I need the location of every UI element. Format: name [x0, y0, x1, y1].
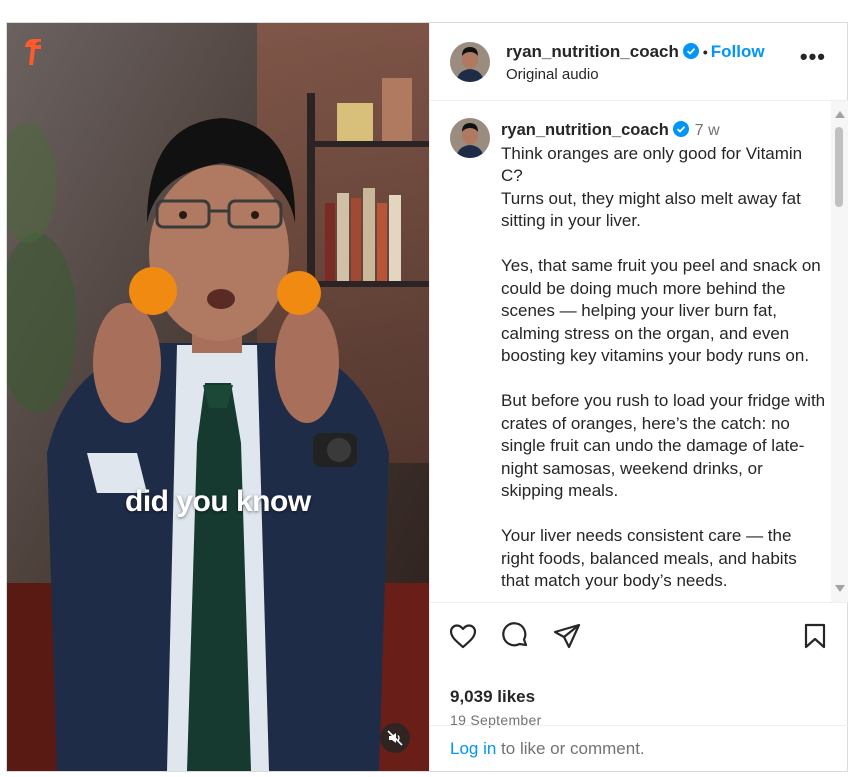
- video-frame: [7, 23, 429, 771]
- caption-username[interactable]: ryan_nutrition_coach: [501, 121, 669, 139]
- post-details-panel: ryan_nutrition_coach • Follow Original au…: [429, 23, 848, 771]
- caption-paragraph: But before you rush to load your fridge …: [501, 391, 826, 500]
- caption-scroll-area[interactable]: ryan_nutrition_coach 7 w Think oranges a…: [430, 101, 848, 602]
- more-options-icon: •••: [799, 44, 826, 69]
- bookmark-icon: [804, 623, 826, 649]
- audio-link[interactable]: Original audio: [506, 66, 599, 83]
- post-age[interactable]: 7 w: [695, 122, 720, 139]
- login-prompt: Log in to like or comment.: [430, 725, 848, 771]
- brand-logo-icon: [25, 39, 41, 65]
- avatar-image: [450, 42, 490, 82]
- author-name-row: ryan_nutrition_coach • Follow: [506, 42, 765, 62]
- comment-bubble-icon: [502, 622, 528, 647]
- scroll-up-arrow-icon[interactable]: [835, 111, 845, 118]
- caption-paragraph: Your liver needs consistent care — the r…: [501, 526, 797, 590]
- verified-badge-icon: [682, 43, 699, 59]
- scroll-down-arrow-icon[interactable]: [835, 585, 845, 592]
- comment-author-avatar[interactable]: [450, 118, 490, 158]
- scrollbar[interactable]: [831, 101, 848, 602]
- separator-dot: •: [702, 44, 708, 60]
- more-options-button[interactable]: •••: [799, 44, 826, 69]
- verified-badge-icon: [672, 121, 689, 137]
- muted-speaker-icon: [387, 730, 403, 746]
- post-actions: 9,039 likes 19 September Log in to like …: [430, 602, 848, 771]
- caption-paragraph: Think oranges are only good for Vitamin …: [501, 143, 803, 231]
- heart-icon: [449, 624, 477, 649]
- scrollbar-thumb[interactable]: [835, 127, 843, 207]
- login-link[interactable]: Log in: [450, 739, 496, 758]
- caption-paragraph: Yes, that same fruit you peel and snack …: [501, 256, 821, 365]
- post-frame: did you know ryan_nutrition_coach • Foll…: [6, 22, 848, 772]
- reel-video[interactable]: did you know: [7, 23, 429, 771]
- avatar-image: [450, 118, 490, 158]
- author-username[interactable]: ryan_nutrition_coach: [506, 42, 679, 61]
- likes-count[interactable]: 9,039 likes: [450, 687, 535, 707]
- paper-plane-icon: [553, 623, 581, 649]
- mute-toggle-button[interactable]: [380, 723, 410, 753]
- save-button[interactable]: [800, 621, 830, 651]
- follow-button[interactable]: Follow: [711, 42, 765, 61]
- share-button[interactable]: [552, 621, 582, 651]
- post-header: ryan_nutrition_coach • Follow Original au…: [430, 23, 848, 101]
- login-prompt-text: to like or comment.: [496, 739, 645, 758]
- caption-author-row: ryan_nutrition_coach 7 w: [501, 119, 826, 143]
- comment-button[interactable]: [500, 621, 530, 651]
- video-caption: did you know: [125, 485, 311, 518]
- author-avatar[interactable]: [450, 42, 490, 82]
- caption-text: ryan_nutrition_coach 7 w Think oranges a…: [501, 119, 826, 602]
- like-button[interactable]: [448, 621, 478, 651]
